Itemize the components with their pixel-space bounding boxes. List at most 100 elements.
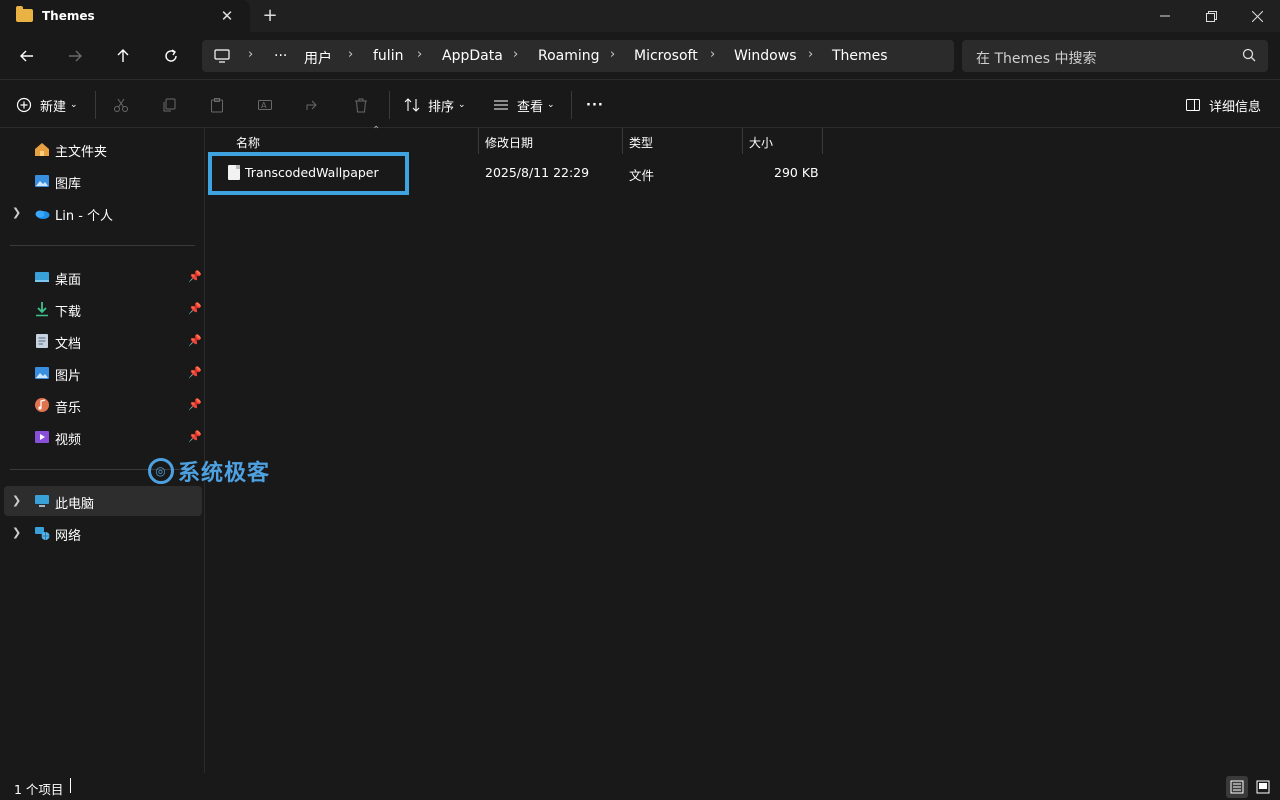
restore-button[interactable] xyxy=(1188,0,1234,32)
column-header-name[interactable]: 名称 ⌃ xyxy=(230,125,479,154)
more-options-button[interactable]: ··· xyxy=(586,93,604,117)
music-icon xyxy=(35,398,49,412)
sidebar-item-desktop[interactable]: 桌面 📌 xyxy=(4,262,202,292)
details-view-button[interactable] xyxy=(1226,776,1248,798)
details-pane-button[interactable]: 详细信息 xyxy=(1185,93,1261,117)
gallery-icon xyxy=(35,175,49,187)
divider xyxy=(10,245,195,246)
view-button[interactable]: 查看 ⌄ xyxy=(493,93,555,117)
new-button[interactable]: 新建 ⌄ xyxy=(16,93,78,117)
breadcrumb-roaming[interactable]: Roaming xyxy=(538,48,600,64)
tab-title: Themes xyxy=(42,9,95,23)
cut-button[interactable] xyxy=(113,93,129,117)
status-bar: 1 个项目 xyxy=(0,773,1280,800)
up-button[interactable] xyxy=(109,42,137,70)
divider xyxy=(95,91,96,119)
pin-icon[interactable]: 📌 xyxy=(188,270,202,283)
pin-icon[interactable]: 📌 xyxy=(188,430,202,443)
chevron-right-icon[interactable]: › xyxy=(808,47,813,62)
sidebar-item-label: 视频 xyxy=(55,433,82,448)
network-icon xyxy=(35,527,50,540)
trash-icon xyxy=(355,98,367,113)
breadcrumb-users[interactable]: 用户 xyxy=(304,48,332,68)
arrow-left-icon xyxy=(20,50,33,62)
navigation-pane: 主文件夹 图库 ❯ Lin - 个人 桌面 📌 下载 📌 文档 📌 图片 📌 音… xyxy=(0,128,205,773)
sidebar-item-pictures[interactable]: 图片 📌 xyxy=(4,358,202,388)
address-bar[interactable]: › ··· 用户 › fulin › AppData › Roaming › M… xyxy=(202,40,954,72)
chevron-right-icon[interactable]: › xyxy=(248,47,253,62)
title-bar: Themes ✕ + xyxy=(0,0,1280,32)
close-icon xyxy=(1251,10,1263,22)
paste-button[interactable] xyxy=(209,93,225,117)
back-button[interactable] xyxy=(13,42,41,70)
chevron-right-icon[interactable]: ❯ xyxy=(12,526,21,539)
pin-icon[interactable]: 📌 xyxy=(188,302,202,315)
home-icon xyxy=(35,143,49,156)
sidebar-item-label: 此电脑 xyxy=(55,497,95,512)
sort-icon xyxy=(404,98,420,112)
chevron-right-icon[interactable]: ❯ xyxy=(12,206,21,219)
new-tab-button[interactable]: + xyxy=(259,5,281,27)
chevron-right-icon[interactable]: › xyxy=(348,47,353,62)
watermark-logo-icon: ◎ xyxy=(148,458,174,484)
column-header-type[interactable]: 类型 xyxy=(623,128,743,154)
sidebar-item-network[interactable]: ❯ 网络 xyxy=(4,518,202,548)
sidebar-item-gallery[interactable]: 图库 xyxy=(4,166,202,196)
videos-icon xyxy=(35,431,49,443)
column-label: 类型 xyxy=(629,136,654,150)
column-label: 名称 xyxy=(236,136,261,150)
column-header-modified[interactable]: 修改日期 xyxy=(479,128,623,154)
forward-button[interactable] xyxy=(61,42,89,70)
sidebar-item-documents[interactable]: 文档 📌 xyxy=(4,326,202,356)
chevron-right-icon[interactable]: › xyxy=(610,47,615,62)
sidebar-item-music[interactable]: 音乐 📌 xyxy=(4,390,202,420)
chevron-down-icon: ⌄ xyxy=(70,100,78,110)
sidebar-item-this-pc[interactable]: ❯ 此电脑 xyxy=(4,486,202,516)
copy-button[interactable] xyxy=(161,93,177,117)
sidebar-item-home[interactable]: 主文件夹 xyxy=(4,134,202,164)
share-icon xyxy=(306,100,317,110)
breadcrumb-themes[interactable]: Themes xyxy=(832,48,888,64)
search-box[interactable]: 在 Themes 中搜索 xyxy=(962,40,1268,72)
column-header-size[interactable]: 大小 xyxy=(743,128,823,154)
tiles-view-button[interactable] xyxy=(1252,776,1274,798)
new-label: 新建 xyxy=(40,99,67,115)
sort-button[interactable]: 排序 ⌄ xyxy=(404,93,466,117)
onedrive-icon xyxy=(35,210,50,219)
sidebar-item-videos[interactable]: 视频 📌 xyxy=(4,422,202,452)
breadcrumb-fulin[interactable]: fulin xyxy=(373,48,403,64)
breadcrumb-windows[interactable]: Windows xyxy=(734,48,797,64)
pin-icon[interactable]: 📌 xyxy=(188,334,202,347)
chevron-right-icon[interactable]: › xyxy=(513,47,518,62)
desktop-icon xyxy=(35,272,49,282)
pin-icon[interactable]: 📌 xyxy=(188,366,202,379)
sidebar-item-label: 下载 xyxy=(55,305,82,320)
details-label: 详细信息 xyxy=(1209,99,1262,115)
delete-button[interactable] xyxy=(353,93,369,117)
share-button[interactable] xyxy=(305,93,321,117)
view-list-icon xyxy=(494,100,508,110)
sidebar-item-downloads[interactable]: 下载 📌 xyxy=(4,294,202,324)
search-placeholder: 在 Themes 中搜索 xyxy=(976,51,1097,67)
refresh-button[interactable] xyxy=(157,42,185,70)
breadcrumb-microsoft[interactable]: Microsoft xyxy=(634,48,698,64)
sidebar-item-onedrive[interactable]: ❯ Lin - 个人 xyxy=(4,198,202,228)
file-list: 名称 ⌃ 修改日期 类型 大小 TranscodedWallpaper 2025… xyxy=(206,125,1280,773)
tab-close-button[interactable]: ✕ xyxy=(216,6,238,26)
chevron-right-icon[interactable]: ❯ xyxy=(12,494,21,507)
svg-text:A: A xyxy=(261,101,267,110)
breadcrumb-overflow[interactable]: ··· xyxy=(274,48,287,64)
rename-button[interactable]: A xyxy=(257,93,273,117)
sidebar-item-label: 网络 xyxy=(55,529,82,544)
pictures-icon xyxy=(35,367,49,379)
pin-icon[interactable]: 📌 xyxy=(188,398,202,411)
minimize-icon xyxy=(1160,15,1170,17)
scissors-icon xyxy=(114,98,128,112)
close-window-button[interactable] xyxy=(1234,0,1280,32)
tab-themes[interactable]: Themes ✕ xyxy=(0,0,250,32)
copy-icon xyxy=(163,98,176,112)
minimize-button[interactable] xyxy=(1142,0,1188,32)
chevron-right-icon[interactable]: › xyxy=(417,47,422,62)
breadcrumb-appdata[interactable]: AppData xyxy=(442,48,503,64)
chevron-right-icon[interactable]: › xyxy=(710,47,715,62)
